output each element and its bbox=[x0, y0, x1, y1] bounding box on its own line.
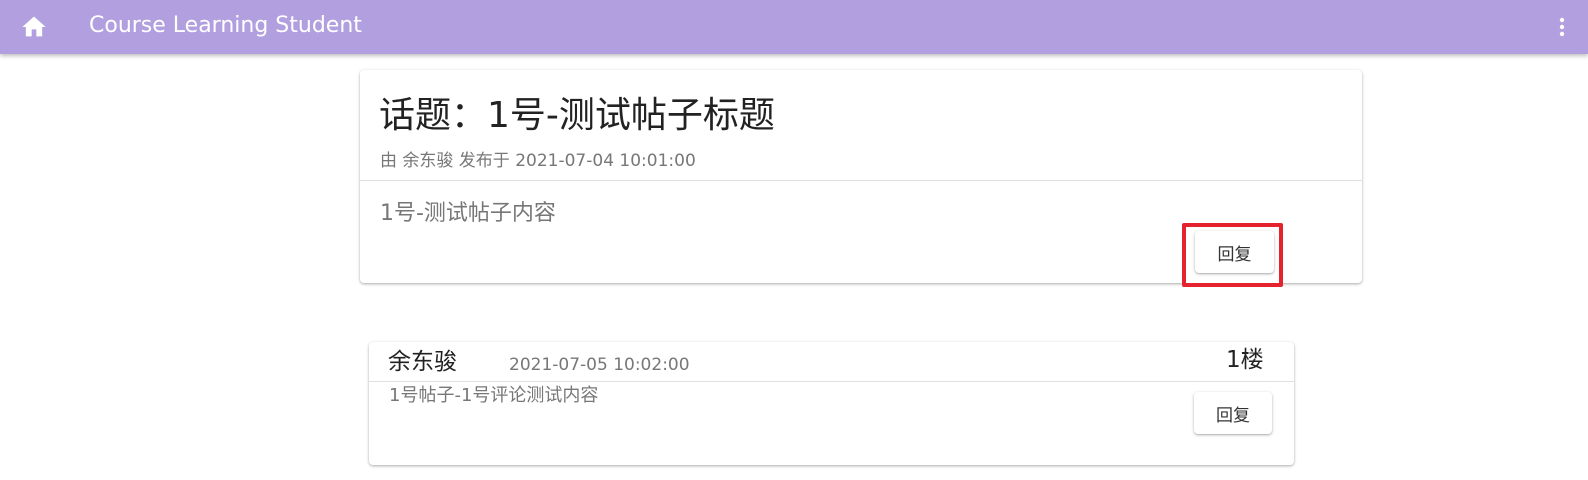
reply-content: 1号帖子-1号评论测试内容 bbox=[389, 385, 599, 406]
more-menu-button[interactable] bbox=[1550, 11, 1574, 43]
reply-floor: 1楼 bbox=[1226, 347, 1264, 373]
topic-meta: 由 余东骏 发布于 2021-07-04 10:01:00 bbox=[380, 151, 696, 171]
comment-reply-button[interactable]: 回复 bbox=[1194, 392, 1272, 434]
home-icon bbox=[22, 16, 46, 37]
more-vert-icon bbox=[1559, 17, 1565, 37]
home-button[interactable] bbox=[18, 11, 50, 43]
topic-title: 话题：1号-测试帖子标题 bbox=[379, 95, 775, 136]
topic-content: 1号-测试帖子内容 bbox=[380, 201, 556, 226]
reply-time: 2021-07-05 10:02:00 bbox=[509, 355, 690, 375]
reply-divider bbox=[369, 381, 1294, 382]
app-bar: Course Learning Student bbox=[0, 0, 1588, 54]
topic-reply-button[interactable]: 回复 bbox=[1195, 231, 1274, 273]
app-title: Course Learning Student bbox=[89, 13, 362, 38]
topic-divider bbox=[360, 180, 1362, 181]
reply-author: 余东骏 bbox=[388, 349, 457, 375]
